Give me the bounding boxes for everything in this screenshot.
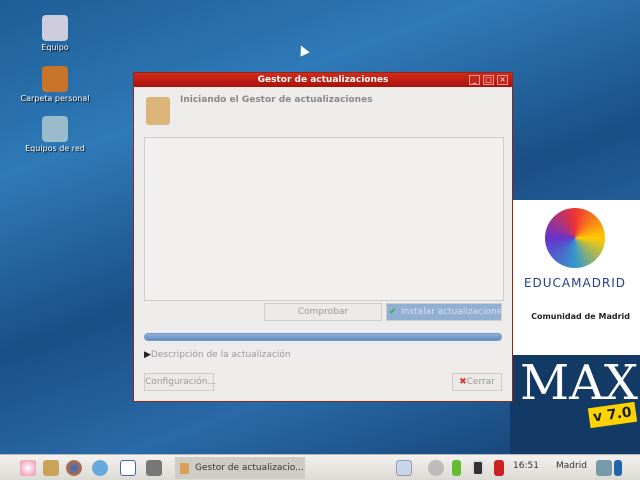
install-button[interactable]: ✔ Instalar actualizaciones (386, 303, 502, 321)
browser-icon[interactable] (92, 460, 108, 476)
minimize-button[interactable]: _ (469, 75, 480, 85)
educamadrid-logo (545, 208, 605, 268)
close-x-icon: ✖ (459, 377, 467, 387)
writer-icon[interactable] (120, 460, 136, 476)
location[interactable]: Madrid (556, 461, 587, 471)
comunidad-text: Comunidad de Madrid (531, 312, 630, 321)
network-tray-icon[interactable] (428, 460, 444, 476)
update-manager-window: Gestor de actualizaciones _ □ ✕ Iniciand… (133, 72, 513, 402)
taskbar: Gestor de actualizacio... 16:51 Madrid (0, 454, 640, 480)
update-manager-icon (146, 97, 170, 125)
mouse-cursor (296, 43, 310, 57)
progress-bar (144, 333, 502, 341)
desktop-icon-label: Equipo (41, 43, 69, 52)
volume-icon[interactable] (494, 460, 504, 476)
display-icon[interactable] (472, 460, 484, 476)
window-title: Gestor de actualizaciones (257, 75, 389, 85)
close-window-button[interactable]: ✕ (497, 75, 508, 85)
close-button[interactable]: ✖Cerrar (452, 373, 502, 391)
computer-icon (42, 15, 68, 41)
desktop-icon-label: Carpeta personal (20, 94, 90, 103)
status-heading: Iniciando el Gestor de actualizaciones (180, 95, 373, 105)
battery-icon[interactable] (452, 460, 461, 476)
clock[interactable]: 16:51 (513, 461, 539, 471)
update-manager-small-icon (180, 463, 189, 474)
desktop-icon-equipo[interactable]: Equipo (15, 15, 95, 52)
home-folder-icon (42, 66, 68, 92)
desktop-icon-carpeta[interactable]: Carpeta personal (15, 66, 95, 103)
educamadrid-text: EDUCAMADRID (523, 276, 627, 290)
desktop-icon-label: Equipos de red (25, 144, 85, 153)
branding-panel: EDUCAMADRID Comunidad de Madrid MAX v 7.… (510, 200, 640, 455)
network-icon (42, 116, 68, 142)
taskbar-window-button[interactable]: Gestor de actualizacio... (175, 457, 305, 479)
title-bar[interactable]: Gestor de actualizaciones _ □ ✕ (134, 73, 512, 87)
check-icon: ✔ (389, 307, 397, 317)
description-expander[interactable]: ▶Descripción de la actualización (144, 350, 291, 360)
screenshot-icon[interactable] (146, 460, 162, 476)
notes-icon[interactable] (43, 460, 59, 476)
workspace-switcher[interactable] (396, 460, 412, 476)
menu-icon[interactable] (20, 460, 36, 476)
expander-arrow-icon: ▶ (144, 350, 151, 360)
firefox-icon[interactable] (66, 460, 82, 476)
usb-icon[interactable] (614, 460, 622, 476)
settings-button[interactable]: Configuración... (144, 373, 216, 391)
check-button[interactable]: Comprobar (264, 303, 382, 321)
updates-list[interactable] (144, 137, 504, 301)
shield-icon[interactable] (596, 460, 612, 476)
desktop-icon-red[interactable]: Equipos de red (15, 116, 95, 153)
maximize-button[interactable]: □ (483, 75, 494, 85)
